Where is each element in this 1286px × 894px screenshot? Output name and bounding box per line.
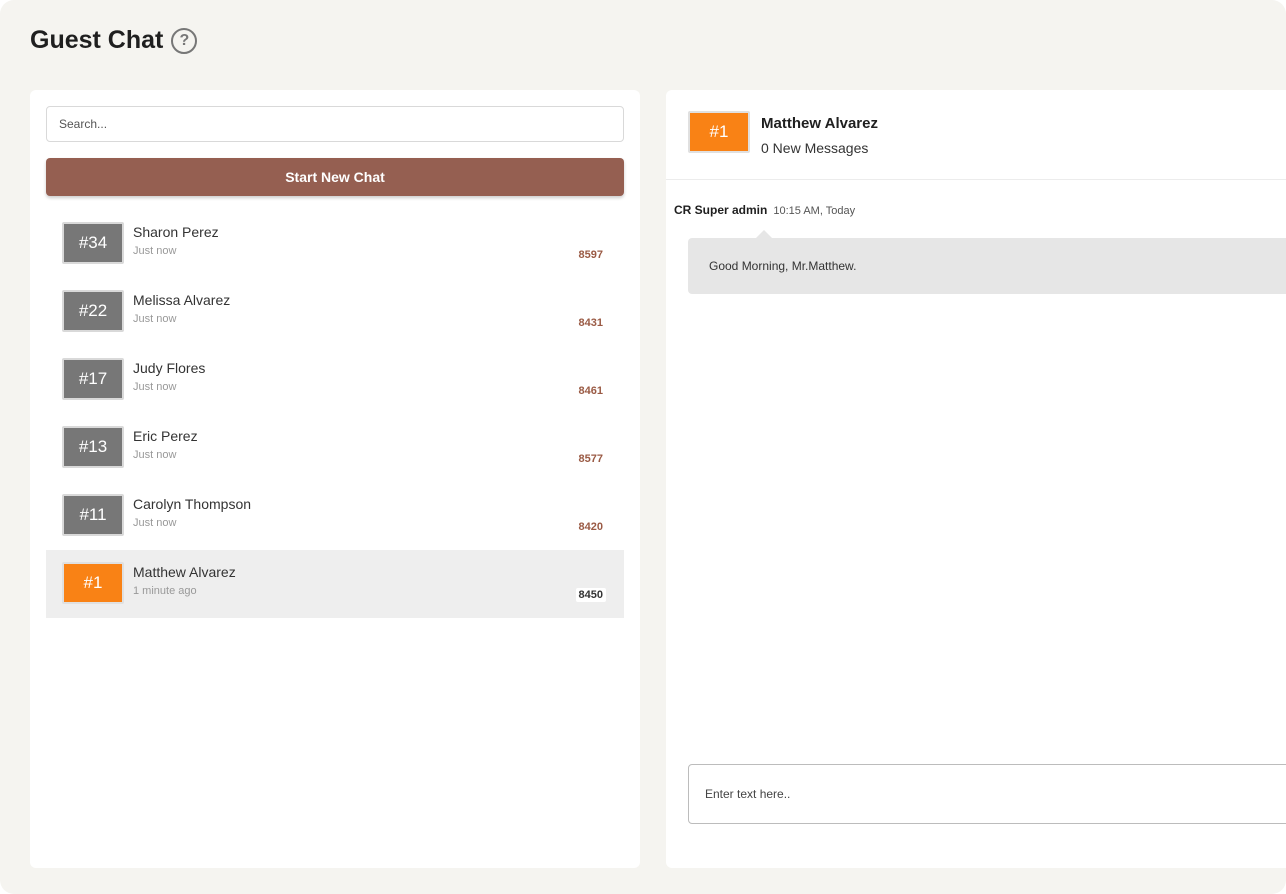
room-badge: #22 xyxy=(62,290,124,332)
conversation-header: #1 Matthew Alvarez 0 New Messages xyxy=(666,90,1286,180)
conversation-guest-name: Matthew Alvarez xyxy=(761,115,878,132)
page-title: Guest Chat ? xyxy=(30,26,198,55)
guest-code: 8577 xyxy=(578,453,603,465)
message-bubble: Good Morning, Mr.Matthew. xyxy=(688,230,1286,294)
message-text: Good Morning, Mr.Matthew. xyxy=(709,259,857,273)
question-circle-icon[interactable]: ? xyxy=(171,27,198,54)
last-activity-time: 1 minute ago xyxy=(133,585,197,597)
guest-code: 8420 xyxy=(578,521,603,533)
message-input[interactable] xyxy=(688,764,1286,824)
conversation-panel: #1 Matthew Alvarez 0 New Messages CR Sup… xyxy=(666,90,1286,868)
chat-list-item[interactable]: #11 Carolyn Thompson Just now 8420 xyxy=(46,482,624,550)
conversation-room-badge: #1 xyxy=(688,111,750,153)
chat-list-item[interactable]: #34 Sharon Perez Just now 8597 xyxy=(46,210,624,278)
room-badge: #13 xyxy=(62,426,124,468)
chat-list: #34 Sharon Perez Just now 8597 #22 Melis… xyxy=(46,210,624,618)
room-badge: #11 xyxy=(62,494,124,536)
chat-list-item[interactable]: #22 Melissa Alvarez Just now 8431 xyxy=(46,278,624,346)
room-badge: #17 xyxy=(62,358,124,400)
guest-code: 8597 xyxy=(578,249,603,261)
page-title-text: Guest Chat xyxy=(30,26,164,54)
guest-name: Judy Flores xyxy=(133,360,206,376)
room-badge: #1 xyxy=(62,562,124,604)
guest-code: 8431 xyxy=(578,317,603,329)
message-sender: CR Super admin xyxy=(674,203,768,217)
room-badge: #34 xyxy=(62,222,124,264)
chat-list-item-active[interactable]: #1 Matthew Alvarez 1 minute ago 8450 xyxy=(46,550,624,618)
last-activity-time: Just now xyxy=(133,245,177,257)
chat-list-panel: Start New Chat #34 Sharon Perez Just now… xyxy=(30,90,640,868)
guest-name: Melissa Alvarez xyxy=(133,292,231,308)
guest-name: Sharon Perez xyxy=(133,224,219,240)
app-frame: Guest Chat ? Start New Chat #34 Sharon P… xyxy=(0,0,1286,894)
guest-name: Eric Perez xyxy=(133,428,198,444)
last-activity-time: Just now xyxy=(133,449,177,461)
guest-code: 8450 xyxy=(575,588,606,602)
search-input[interactable] xyxy=(46,106,624,142)
last-activity-time: Just now xyxy=(133,517,177,529)
guest-name: Carolyn Thompson xyxy=(133,496,252,512)
new-messages-count: 0 New Messages xyxy=(761,140,869,156)
start-new-chat-button[interactable]: Start New Chat xyxy=(46,158,624,196)
guest-name: Matthew Alvarez xyxy=(133,564,236,580)
guest-code: 8461 xyxy=(578,385,603,397)
message-meta: CR Super admin 10:15 AM, Today xyxy=(674,203,855,217)
chat-list-item[interactable]: #17 Judy Flores Just now 8461 xyxy=(46,346,624,414)
message-timestamp: 10:15 AM, Today xyxy=(773,205,856,217)
chat-list-item[interactable]: #13 Eric Perez Just now 8577 xyxy=(46,414,624,482)
last-activity-time: Just now xyxy=(133,381,177,393)
last-activity-time: Just now xyxy=(133,313,177,325)
